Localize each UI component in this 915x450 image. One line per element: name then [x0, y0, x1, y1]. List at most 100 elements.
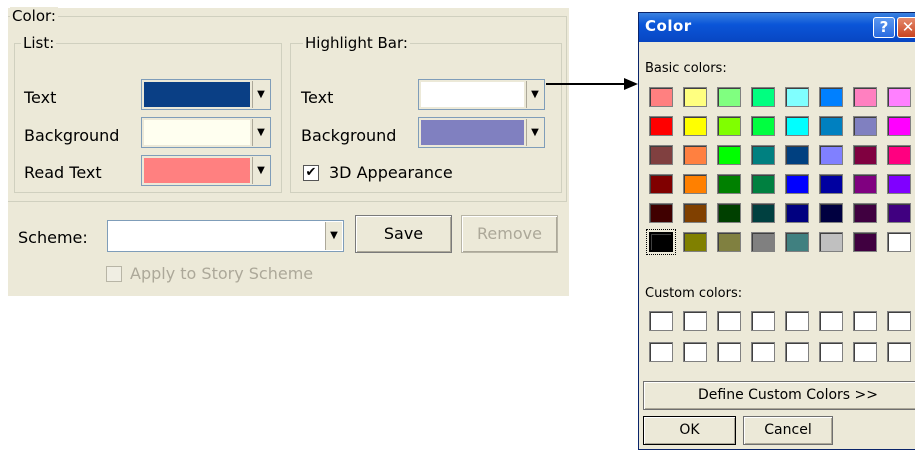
custom-color-swatch[interactable] [751, 342, 775, 362]
chevron-down-icon[interactable]: ▼ [252, 81, 269, 108]
basic-color-swatch[interactable] [853, 116, 877, 136]
basic-color-swatch[interactable] [683, 232, 707, 252]
help-icon[interactable]: ? [873, 17, 895, 38]
custom-color-swatch[interactable] [853, 311, 877, 331]
list-background-color-select[interactable]: ▼ [141, 117, 271, 148]
apply-story-scheme-checkbox[interactable] [106, 266, 122, 282]
custom-color-swatch[interactable] [819, 311, 843, 331]
close-icon[interactable]: ✕ [897, 17, 915, 38]
basic-color-swatch[interactable] [853, 174, 877, 194]
basic-color-swatch[interactable] [717, 87, 741, 107]
basic-color-swatch[interactable] [785, 145, 809, 165]
3d-appearance-label: 3D Appearance [329, 163, 453, 182]
basic-color-swatch[interactable] [717, 116, 741, 136]
3d-appearance-checkbox[interactable]: ✔ [303, 165, 319, 181]
basic-color-swatch[interactable] [649, 174, 673, 194]
basic-color-swatch[interactable] [819, 116, 843, 136]
basic-color-swatch[interactable] [785, 232, 809, 252]
custom-color-swatch[interactable] [649, 311, 673, 331]
dialog-title: Color [645, 17, 692, 35]
basic-color-swatch[interactable] [717, 203, 741, 223]
custom-color-swatch[interactable] [683, 342, 707, 362]
basic-color-swatch[interactable] [683, 116, 707, 136]
basic-color-swatch[interactable] [887, 145, 911, 165]
dialog-titlebar[interactable]: Color ? ✕ [639, 13, 915, 42]
custom-color-swatch[interactable] [785, 342, 809, 362]
basic-color-swatch[interactable] [717, 232, 741, 252]
color-groupbox: Color: List: Text ▼ Background ▼ Read Te… [8, 7, 567, 202]
list-text-swatch [144, 82, 250, 107]
color-group-title: Color: [10, 7, 58, 25]
basic-color-swatch[interactable] [785, 116, 809, 136]
basic-color-swatch[interactable] [853, 145, 877, 165]
pointer-arrow [546, 78, 638, 90]
highlight-text-color-select[interactable]: ▼ [418, 79, 545, 110]
list-read-text-color-select[interactable]: ▼ [141, 155, 271, 186]
custom-color-swatch[interactable] [887, 311, 911, 331]
basic-color-swatch[interactable] [646, 229, 676, 255]
basic-color-swatch[interactable] [887, 87, 911, 107]
basic-color-swatch[interactable] [819, 232, 843, 252]
basic-color-swatch[interactable] [887, 116, 911, 136]
custom-color-swatch[interactable] [683, 311, 707, 331]
basic-color-swatch[interactable] [649, 116, 673, 136]
highlight-background-color-select[interactable]: ▼ [418, 117, 545, 148]
remove-button[interactable]: Remove [461, 215, 558, 253]
basic-color-swatch[interactable] [717, 145, 741, 165]
custom-color-swatch[interactable] [751, 311, 775, 331]
chevron-down-icon[interactable]: ▼ [252, 119, 269, 146]
basic-color-swatch[interactable] [751, 232, 775, 252]
custom-colors-label: Custom colors: [645, 286, 743, 301]
custom-color-swatch[interactable] [819, 342, 843, 362]
basic-color-swatch[interactable] [649, 203, 673, 223]
basic-color-swatch[interactable] [649, 87, 673, 107]
basic-color-swatch[interactable] [853, 87, 877, 107]
basic-colors-label: Basic colors: [645, 61, 727, 76]
basic-color-swatch[interactable] [819, 203, 843, 223]
basic-color-swatch[interactable] [853, 203, 877, 223]
basic-color-swatch[interactable] [819, 174, 843, 194]
basic-color-swatch[interactable] [717, 174, 741, 194]
custom-color-swatch[interactable] [649, 342, 673, 362]
custom-color-swatch[interactable] [887, 342, 911, 362]
basic-color-swatch[interactable] [887, 203, 911, 223]
ok-button[interactable]: OK [643, 416, 736, 445]
chevron-down-icon[interactable]: ▼ [526, 81, 543, 108]
cancel-button[interactable]: Cancel [743, 416, 833, 445]
custom-color-swatch[interactable] [717, 342, 741, 362]
basic-color-swatch[interactable] [853, 232, 877, 252]
basic-color-swatch[interactable] [887, 232, 911, 252]
custom-color-swatch[interactable] [785, 311, 809, 331]
basic-color-swatch[interactable] [649, 145, 673, 165]
basic-color-swatch[interactable] [683, 203, 707, 223]
basic-color-swatch[interactable] [785, 203, 809, 223]
basic-color-swatch[interactable] [683, 145, 707, 165]
basic-color-swatch[interactable] [751, 87, 775, 107]
define-custom-colors-button[interactable]: Define Custom Colors >> [643, 381, 915, 410]
highlight-text-swatch [421, 82, 524, 107]
color-settings-panel: Color: List: Text ▼ Background ▼ Read Te… [8, 7, 569, 296]
basic-color-swatch[interactable] [683, 174, 707, 194]
list-text-color-select[interactable]: ▼ [141, 79, 271, 110]
basic-color-swatch[interactable] [785, 87, 809, 107]
basic-color-swatch[interactable] [887, 174, 911, 194]
list-text-label: Text [24, 88, 57, 107]
highlight-background-label: Background [301, 126, 397, 145]
chevron-down-icon[interactable]: ▼ [325, 222, 342, 250]
basic-color-swatch[interactable] [751, 116, 775, 136]
list-groupbox: List: Text ▼ Background ▼ Read Text ▼ [14, 34, 282, 193]
basic-color-swatch[interactable] [683, 87, 707, 107]
custom-color-swatch[interactable] [717, 311, 741, 331]
basic-color-swatch[interactable] [785, 174, 809, 194]
chevron-down-icon[interactable]: ▼ [252, 157, 269, 184]
chevron-down-icon[interactable]: ▼ [526, 119, 543, 146]
basic-color-swatch[interactable] [751, 145, 775, 165]
highlight-bar-groupbox: Highlight Bar: Text ▼ Background ▼ ✔ 3D … [290, 34, 562, 193]
save-button[interactable]: Save [355, 215, 452, 253]
basic-color-swatch[interactable] [819, 145, 843, 165]
custom-color-swatch[interactable] [853, 342, 877, 362]
basic-color-swatch[interactable] [751, 174, 775, 194]
scheme-select[interactable]: ▼ [107, 220, 344, 252]
basic-color-swatch[interactable] [751, 203, 775, 223]
basic-color-swatch[interactable] [819, 87, 843, 107]
